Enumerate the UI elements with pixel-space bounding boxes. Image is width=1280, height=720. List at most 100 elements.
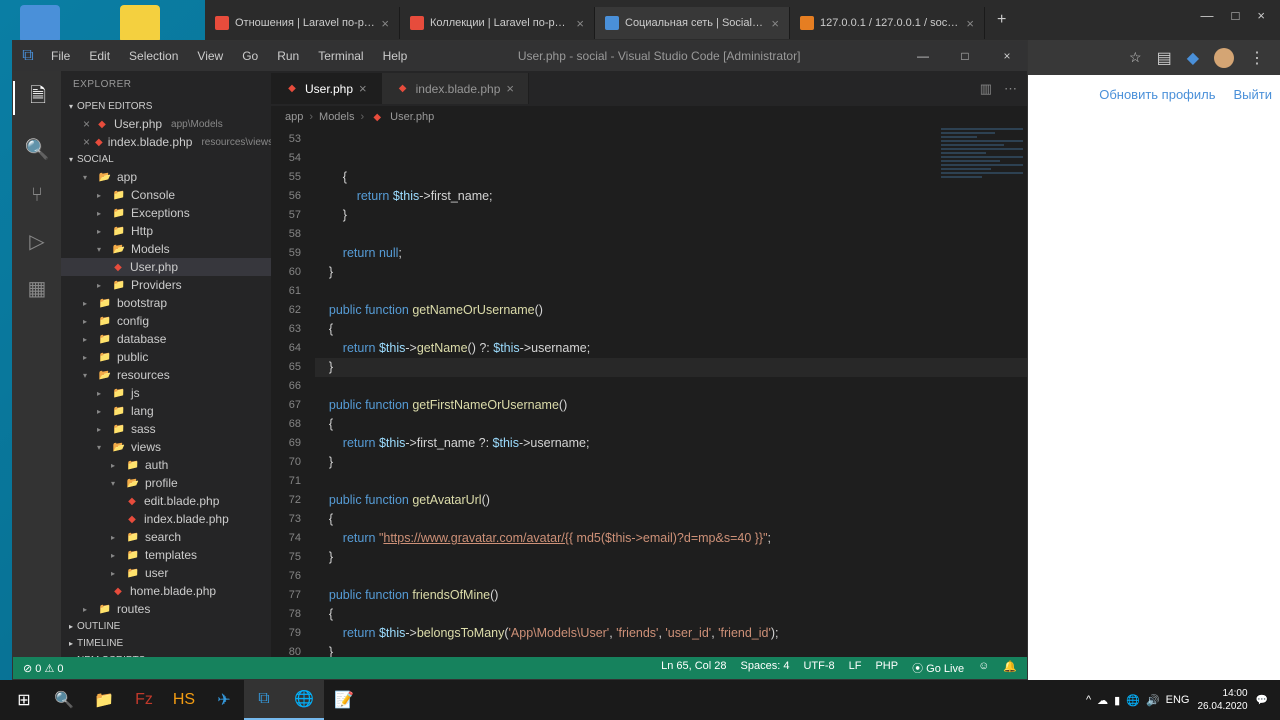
tree-folder[interactable]: ▸📁sass	[61, 420, 271, 438]
section-open-editors[interactable]: OPEN EDITORS	[61, 98, 271, 115]
menu-file[interactable]: File	[43, 45, 78, 67]
taskbar-vscode[interactable]: ⧉	[244, 680, 284, 720]
close-button[interactable]: ×	[1257, 8, 1265, 23]
taskbar-app[interactable]: ✈	[204, 680, 244, 720]
tree-folder[interactable]: ▾📂app	[61, 168, 271, 186]
minimize-button[interactable]: —	[903, 49, 943, 63]
close-icon[interactable]: ×	[771, 16, 779, 31]
tree-file[interactable]: ◆edit.blade.php	[61, 492, 271, 510]
tree-file[interactable]: ◆index.blade.php	[61, 510, 271, 528]
explorer-icon[interactable]: 🗎	[13, 81, 61, 115]
taskbar-app[interactable]: 📝	[324, 680, 364, 720]
section-timeline[interactable]: TIMELINE	[61, 635, 271, 652]
tree-folder[interactable]: ▾📂views	[61, 438, 271, 456]
tree-folder[interactable]: ▸📁templates	[61, 546, 271, 564]
logout-link[interactable]: Выйти	[1234, 87, 1273, 102]
browser-tab[interactable]: Социальная сеть | SocialNetwo×	[595, 7, 790, 39]
tree-folder[interactable]: ▸📁bootstrap	[61, 294, 271, 312]
tree-folder[interactable]: ▸📁Exceptions	[61, 204, 271, 222]
menu-run[interactable]: Run	[269, 45, 307, 67]
menu-terminal[interactable]: Terminal	[310, 45, 371, 67]
split-editor-icon[interactable]: ▥	[980, 81, 992, 97]
maximize-button[interactable]: □	[945, 49, 985, 63]
status-eol[interactable]: LF	[849, 660, 862, 676]
network-icon[interactable]: 🌐	[1126, 694, 1140, 707]
close-icon[interactable]: ×	[506, 81, 514, 96]
browser-tab[interactable]: Коллекции | Laravel по-русски×	[400, 7, 595, 39]
tree-folder[interactable]: ▾📂profile	[61, 474, 271, 492]
debug-icon[interactable]: ▷	[29, 229, 44, 254]
taskbar-app[interactable]: HS	[164, 680, 204, 720]
close-button[interactable]: ×	[987, 49, 1027, 63]
tree-folder[interactable]: ▾📂Models	[61, 240, 271, 258]
close-icon[interactable]: ×	[359, 81, 367, 96]
browser-tab[interactable]: Отношения | Laravel по-русски×	[205, 7, 400, 39]
tree-folder[interactable]: ▸📁lang	[61, 402, 271, 420]
taskbar-app[interactable]: Fz	[124, 680, 164, 720]
extension-icon[interactable]: ▤	[1157, 48, 1172, 68]
extension-icon[interactable]: ◆	[1187, 48, 1199, 68]
search-button[interactable]: 🔍	[44, 680, 84, 720]
tree-folder[interactable]: ▸📁user	[61, 564, 271, 582]
close-icon[interactable]: ×	[381, 16, 389, 31]
onedrive-icon[interactable]: ☁	[1097, 694, 1108, 707]
section-outline[interactable]: OUTLINE	[61, 618, 271, 635]
tray-icon[interactable]: ^	[1086, 694, 1091, 707]
volume-icon[interactable]: 🔊	[1146, 694, 1160, 707]
bookmark-icon[interactable]: ☆	[1129, 49, 1142, 66]
tree-file[interactable]: ◆home.blade.php	[61, 582, 271, 600]
status-spaces[interactable]: Spaces: 4	[741, 660, 790, 676]
bell-icon[interactable]: 🔔	[1003, 660, 1017, 676]
tree-folder[interactable]: ▸📁config	[61, 312, 271, 330]
language-indicator[interactable]: ENG	[1166, 694, 1190, 707]
editor-tab[interactable]: ◆User.php×	[271, 73, 382, 104]
tree-folder[interactable]: ▸📁js	[61, 384, 271, 402]
menu-edit[interactable]: Edit	[81, 45, 118, 67]
tree-folder[interactable]: ▾📂resources	[61, 366, 271, 384]
new-tab-button[interactable]: +	[985, 11, 1018, 29]
menu-go[interactable]: Go	[234, 45, 266, 67]
tree-folder[interactable]: ▸📁Providers	[61, 276, 271, 294]
tree-folder[interactable]: ▸📁Console	[61, 186, 271, 204]
taskbar-chrome[interactable]: 🌐	[284, 680, 324, 720]
minimize-button[interactable]: —	[1201, 8, 1214, 23]
close-icon[interactable]: ×	[576, 16, 584, 31]
maximize-button[interactable]: □	[1232, 8, 1240, 23]
system-tray[interactable]: ^ ☁ ▮ 🌐 🔊 ENG	[1086, 694, 1189, 707]
update-profile-link[interactable]: Обновить профиль	[1099, 87, 1215, 102]
notifications-icon[interactable]: 💬	[1256, 695, 1268, 706]
browser-tab[interactable]: 127.0.0.1 / 127.0.0.1 / social / fri×	[790, 7, 985, 39]
status-cursor[interactable]: Ln 65, Col 28	[661, 660, 726, 676]
status-problems[interactable]: ⊘ 0 ⚠ 0	[23, 662, 63, 675]
tree-folder[interactable]: ▸📁routes	[61, 600, 271, 618]
extensions-icon[interactable]: ▦	[28, 276, 47, 301]
code-editor[interactable]: 53 54 55 56 57 58 59 60 61 62 63 64 65 6…	[271, 128, 1027, 657]
breadcrumb[interactable]: app› Models› ◆User.php	[271, 106, 1027, 128]
tree-folder[interactable]: ▸📁Http	[61, 222, 271, 240]
status-golive[interactable]: ⦿ Go Live	[912, 660, 964, 676]
section-workspace[interactable]: SOCIAL	[61, 151, 271, 168]
taskbar-app[interactable]: 📁	[84, 680, 124, 720]
start-button[interactable]: ⊞	[4, 680, 44, 720]
tree-folder[interactable]: ▸📁public	[61, 348, 271, 366]
clock[interactable]: 14:00 26.04.2020	[1197, 687, 1247, 713]
menu-selection[interactable]: Selection	[121, 45, 186, 67]
open-editor-item[interactable]: ×◆User.phpapp\Models	[61, 115, 271, 133]
source-control-icon[interactable]: ⑂	[31, 184, 43, 207]
status-encoding[interactable]: UTF-8	[803, 660, 834, 676]
tree-folder[interactable]: ▸📁database	[61, 330, 271, 348]
tree-folder[interactable]: ▸📁auth	[61, 456, 271, 474]
status-language[interactable]: PHP	[875, 660, 898, 676]
open-editor-item[interactable]: ×◆index.blade.phpresources\views\...	[61, 133, 271, 151]
search-icon[interactable]: 🔍	[25, 137, 50, 162]
profile-avatar[interactable]	[1214, 48, 1234, 68]
feedback-icon[interactable]: ☺	[978, 660, 989, 676]
close-icon[interactable]: ×	[966, 16, 974, 31]
menu-icon[interactable]: ⋮	[1249, 48, 1265, 68]
menu-view[interactable]: View	[189, 45, 231, 67]
tray-icon[interactable]: ▮	[1114, 694, 1120, 707]
more-icon[interactable]: ⋯	[1004, 81, 1017, 97]
menu-help[interactable]: Help	[375, 45, 416, 67]
tree-file[interactable]: ◆User.php	[61, 258, 271, 276]
editor-tab[interactable]: ◆index.blade.php×	[382, 73, 529, 104]
